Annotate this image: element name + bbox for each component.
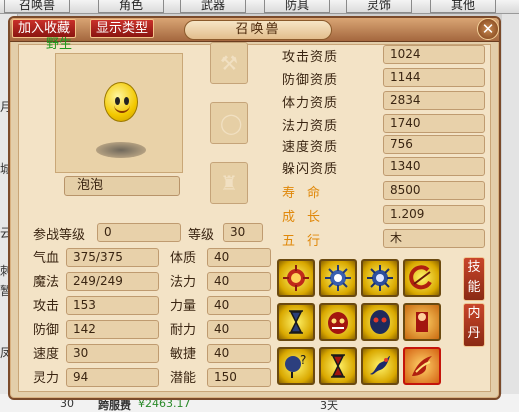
- stat-value: 30: [66, 344, 159, 363]
- aptitude-label: 防御资质: [282, 73, 339, 88]
- pet-shadow: [96, 142, 146, 158]
- lifespan-label: 寿命: [282, 186, 333, 201]
- attribute-label: 耐力: [170, 323, 197, 338]
- background-tab-bar: 召唤兽 角色 武器 防具 灵饰 其他: [0, 0, 519, 14]
- demon-mask-icon[interactable]: [319, 303, 357, 341]
- skill-grid: ?: [277, 259, 447, 391]
- aptitude-value: 2834: [383, 91, 485, 110]
- attribute-label: 力量: [170, 299, 197, 314]
- aptitude-label: 躲闪资质: [282, 162, 339, 177]
- warrior-icon[interactable]: [403, 303, 441, 341]
- aptitude-value: 1024: [383, 45, 485, 64]
- fire-sun-icon[interactable]: [277, 259, 315, 297]
- stat-value: 153: [66, 296, 159, 315]
- attribute-label: 法力: [170, 275, 197, 290]
- tab-accessory[interactable]: 灵饰: [346, 0, 412, 13]
- window-title: 召唤兽: [184, 20, 332, 40]
- stat-label: 灵力: [33, 371, 60, 386]
- tab-other[interactable]: 其他: [430, 0, 496, 13]
- pet-eye: [115, 97, 120, 105]
- pet-name-field[interactable]: 泡泡: [64, 176, 180, 196]
- level-value: 30: [223, 223, 263, 242]
- stat-label: 速度: [33, 347, 60, 362]
- attribute-label: 敏捷: [170, 347, 197, 362]
- aptitude-value: 756: [383, 135, 485, 154]
- aptitude-label: 体力资质: [282, 96, 339, 111]
- tab-character[interactable]: 角色: [98, 0, 164, 13]
- attribute-value: 40: [207, 272, 271, 291]
- stat-value: 249/249: [66, 272, 159, 291]
- level-label: 等级: [188, 228, 215, 243]
- hourglass-red-icon[interactable]: [319, 347, 357, 385]
- pet-mouth: [114, 105, 130, 113]
- armor-icon: ⚒: [220, 51, 238, 75]
- lifespan-value: 8500: [383, 181, 485, 200]
- sun-blue-icon[interactable]: [361, 259, 399, 297]
- tab-pets[interactable]: 召唤兽: [4, 0, 70, 13]
- svg-text:?: ?: [300, 353, 306, 367]
- spirit-mask-icon[interactable]: [361, 303, 399, 341]
- aptitude-value: 1144: [383, 68, 485, 87]
- tab-armor[interactable]: 防具: [264, 0, 330, 13]
- sun-icon[interactable]: [319, 259, 357, 297]
- window-titlebar: 加入收藏 显示类型 召唤兽 ✕: [10, 18, 499, 42]
- robe-icon: ♜: [220, 171, 238, 195]
- background-right-column: [502, 14, 519, 412]
- battle-level-label: 参战等级: [33, 228, 86, 243]
- skills-tab-button[interactable]: 技能: [463, 257, 485, 301]
- attribute-value: 40: [207, 296, 271, 315]
- attribute-value: 40: [207, 248, 271, 267]
- aptitude-value: 1340: [383, 157, 485, 176]
- pet-portrait: [55, 53, 183, 173]
- stat-label: 气血: [33, 251, 60, 266]
- swirl-icon[interactable]: [403, 259, 441, 297]
- stat-value: 94: [66, 368, 159, 387]
- pet-eye: [124, 97, 129, 105]
- necklace-icon: ◯: [220, 111, 243, 135]
- inner-pill-tab-button[interactable]: 内丹: [463, 303, 485, 347]
- element-label: 五行: [282, 234, 333, 249]
- battle-level-value: 0: [97, 223, 181, 242]
- show-type-button[interactable]: 显示类型: [90, 19, 155, 38]
- attribute-value: 40: [207, 320, 271, 339]
- equip-slot-necklace[interactable]: ◯: [210, 102, 248, 144]
- hourglass-icon[interactable]: [277, 303, 315, 341]
- aptitude-label: 法力资质: [282, 119, 339, 134]
- attribute-value: 40: [207, 344, 271, 363]
- element-value: 木: [383, 229, 485, 248]
- question-scroll-icon[interactable]: ?: [277, 347, 315, 385]
- attribute-label: 体质: [170, 251, 197, 266]
- dragon-icon[interactable]: [361, 347, 399, 385]
- stat-label: 防御: [33, 323, 60, 338]
- pet-type-label: 野生: [46, 37, 73, 52]
- stat-label: 魔法: [33, 275, 60, 290]
- stat-value: 142: [66, 320, 159, 339]
- equip-slot-robe[interactable]: ♜: [210, 162, 248, 204]
- tab-weapon[interactable]: 武器: [180, 0, 246, 13]
- stat-label: 攻击: [33, 299, 60, 314]
- aptitude-label: 攻击资质: [282, 50, 339, 65]
- attribute-label: 潜能: [170, 371, 197, 386]
- pet-sprite: [104, 82, 138, 122]
- growth-label: 成长: [282, 210, 333, 225]
- close-icon[interactable]: ✕: [477, 18, 499, 40]
- attribute-value: 150: [207, 368, 271, 387]
- phoenix-icon[interactable]: [403, 347, 441, 385]
- aptitude-label: 速度资质: [282, 140, 339, 155]
- equip-slot-armor[interactable]: ⚒: [210, 42, 248, 84]
- stat-value: 375/375: [66, 248, 159, 267]
- growth-value: 1.209: [383, 205, 485, 224]
- aptitude-value: 1740: [383, 114, 485, 133]
